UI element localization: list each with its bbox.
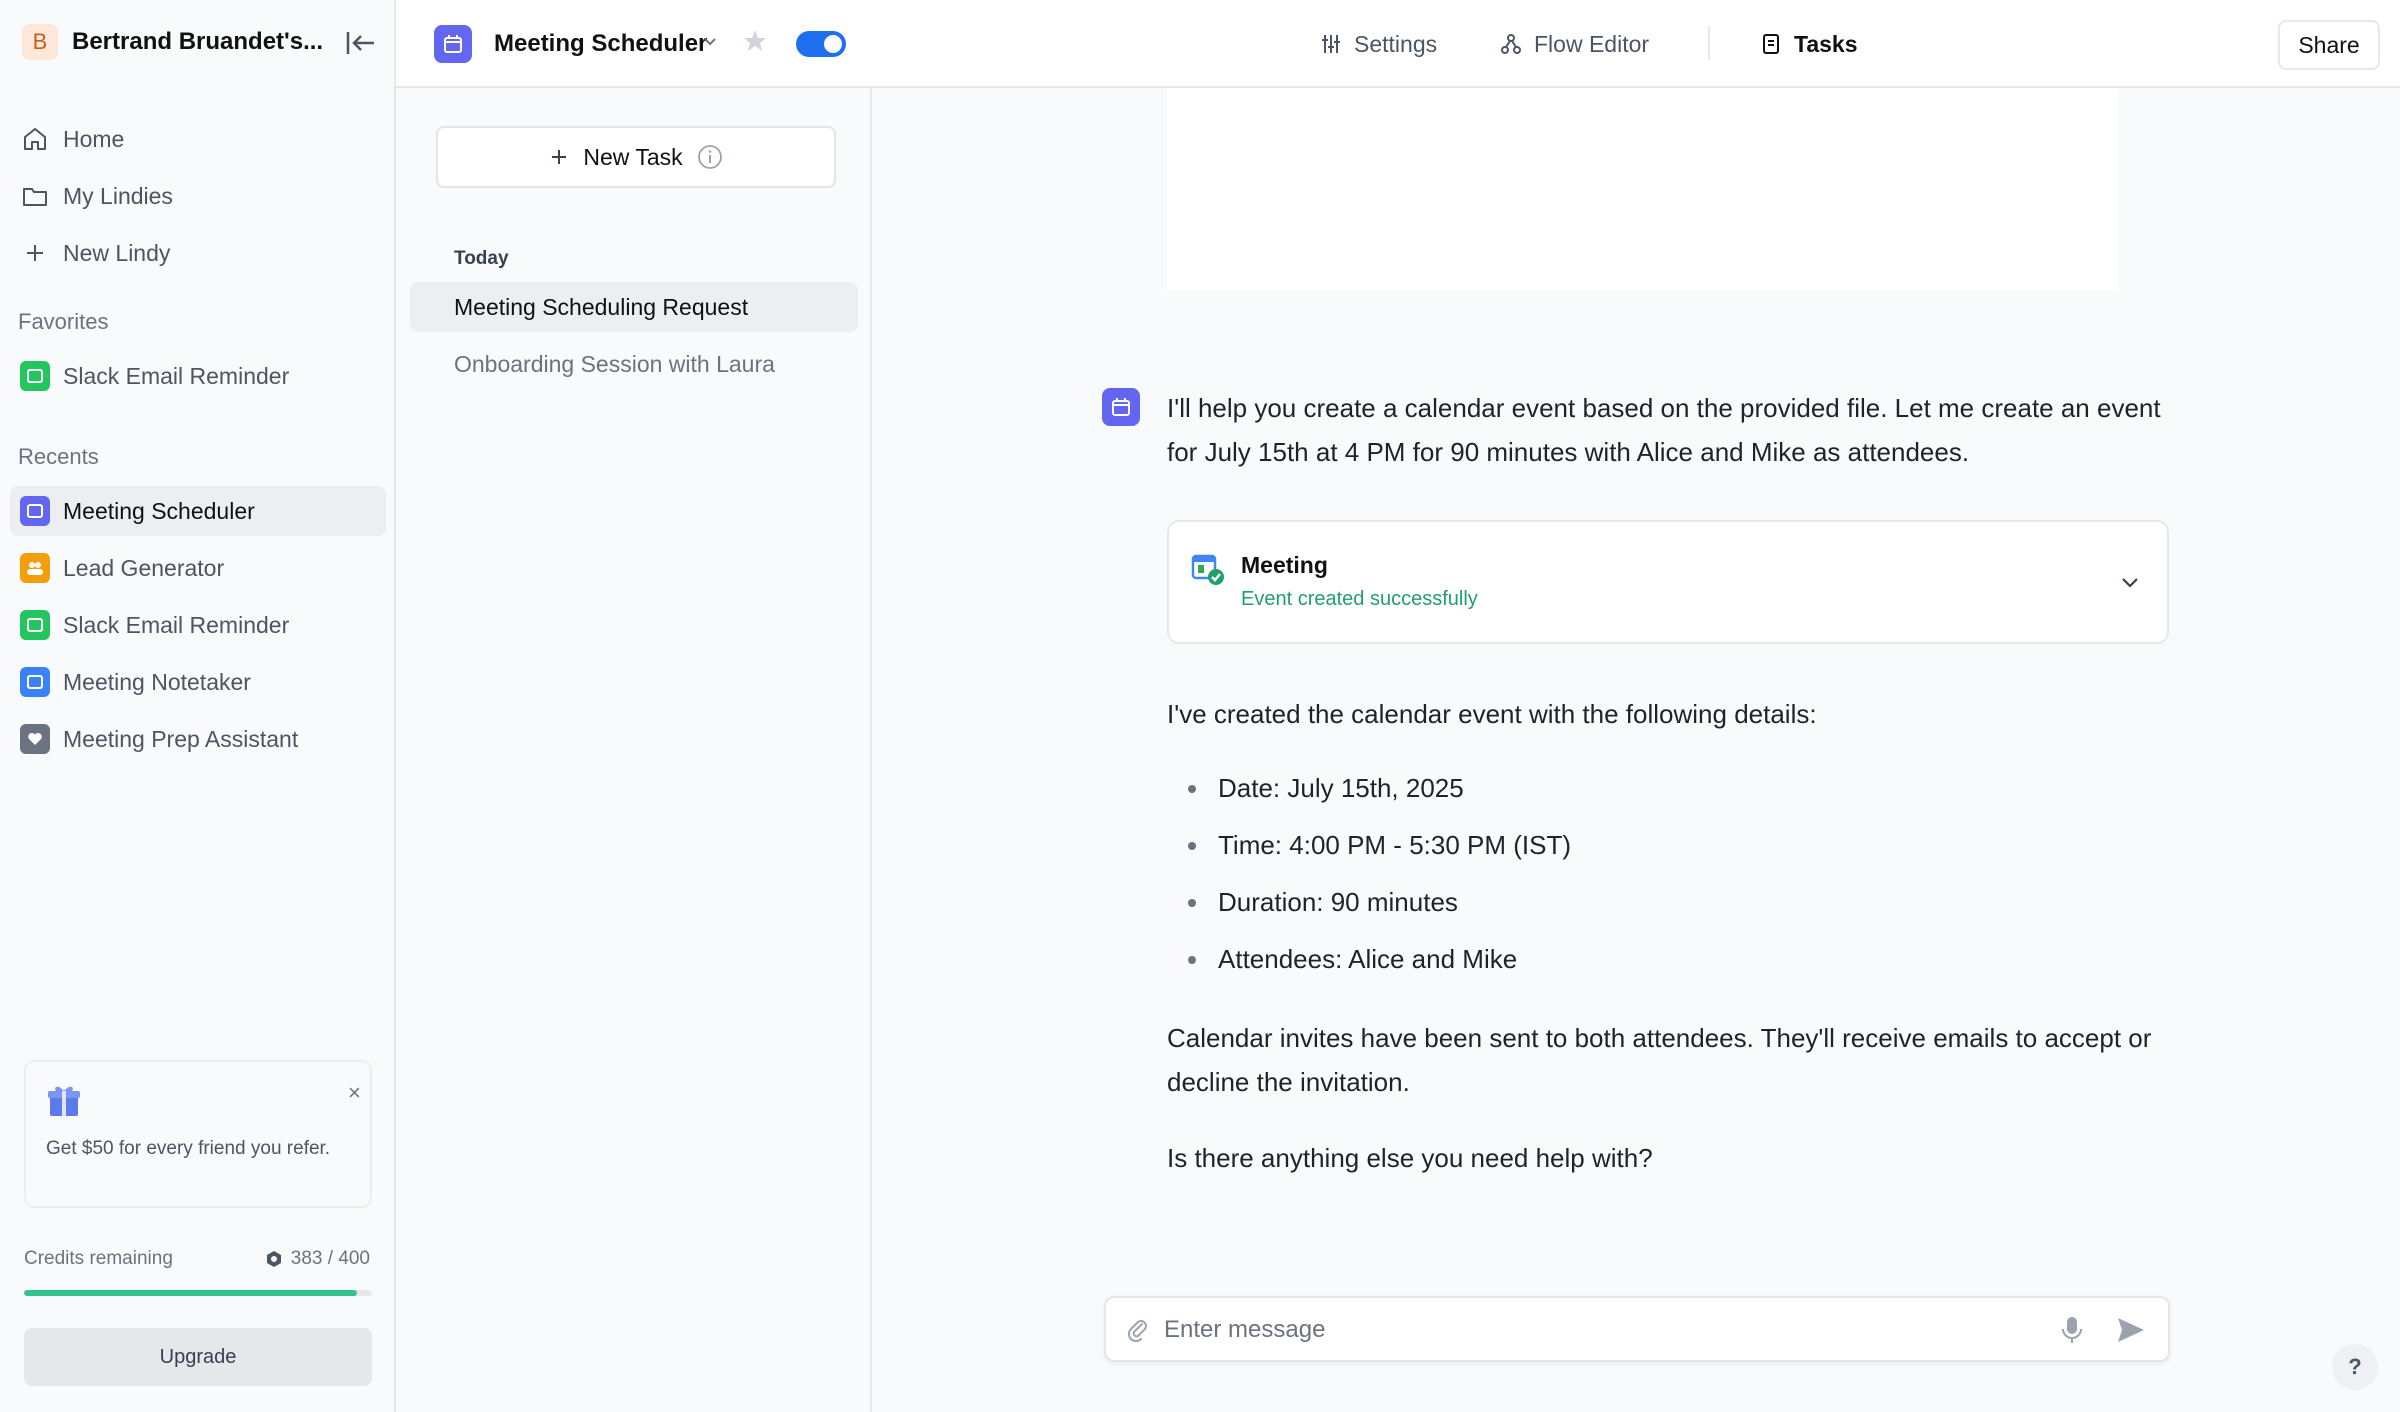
- folder-icon: [20, 181, 50, 211]
- recent-item-meeting-notetaker[interactable]: Meeting Notetaker: [10, 657, 386, 707]
- workspace-avatar[interactable]: B: [22, 24, 58, 60]
- agent-summary-lead: I've created the calendar event with the…: [1167, 699, 1817, 729]
- help-button[interactable]: ?: [2332, 1344, 2378, 1390]
- tab-settings[interactable]: Settings: [1320, 26, 1437, 62]
- notetaker-app-icon: [20, 667, 50, 697]
- list-item: Duration: 90 minutes: [1182, 874, 1571, 931]
- nav-my-lindies-label: My Lindies: [63, 182, 173, 209]
- agent-enabled-toggle[interactable]: [796, 31, 846, 57]
- new-task-button[interactable]: New Task: [436, 126, 836, 188]
- referral-close-button[interactable]: ×: [348, 1080, 361, 1106]
- list-item: Date: July 15th, 2025: [1182, 760, 1571, 817]
- list-item: Time: 4:00 PM - 5:30 PM (IST): [1182, 817, 1571, 874]
- nav-home-label: Home: [63, 125, 125, 152]
- tab-flow-editor[interactable]: Flow Editor: [1500, 26, 1649, 62]
- previous-message-card: [1167, 88, 2119, 290]
- today-heading: Today: [454, 248, 509, 269]
- recent-item-label: Meeting Notetaker: [63, 668, 251, 695]
- favorite-item-label: Slack Email Reminder: [63, 362, 290, 389]
- people-app-icon: [20, 553, 50, 583]
- home-icon: [20, 124, 50, 154]
- conversation-pane: I'll help you create a calendar event ba…: [872, 88, 2400, 1412]
- gift-icon: [46, 1082, 82, 1118]
- nav-home[interactable]: Home: [10, 114, 386, 164]
- new-task-label: New Task: [583, 143, 683, 170]
- referral-text: Get $50 for every friend you refer.: [46, 1138, 331, 1159]
- document-icon: [1760, 33, 1782, 55]
- nav-new-lindy[interactable]: New Lindy: [10, 228, 386, 278]
- calendar-check-icon: [1191, 552, 1224, 585]
- tool-call-card[interactable]: Meeting Event created successfully: [1167, 520, 2169, 644]
- recent-item-label: Slack Email Reminder: [63, 611, 290, 638]
- credits-progress-fill: [24, 1290, 358, 1296]
- agent-avatar: [1102, 388, 1140, 426]
- event-details-list: Date: July 15th, 2025 Time: 4:00 PM - 5:…: [1182, 760, 1571, 988]
- plus-icon: [20, 238, 50, 268]
- top-header: Meeting Scheduler Settings Flow Editor T…: [396, 0, 2400, 88]
- info-icon[interactable]: [697, 144, 723, 170]
- sliders-icon: [1320, 33, 1342, 55]
- nav-my-lindies[interactable]: My Lindies: [10, 171, 386, 221]
- workspace-name[interactable]: Bertrand Bruandet's...: [72, 28, 323, 56]
- agent-closing-question: Is there anything else you need help wit…: [1167, 1143, 1653, 1173]
- task-item-onboarding-session[interactable]: Onboarding Session with Laura: [410, 339, 858, 389]
- app-icon: [20, 361, 50, 391]
- recent-item-meeting-prep-assistant[interactable]: Meeting Prep Assistant: [10, 714, 386, 764]
- flow-icon: [1500, 33, 1522, 55]
- tab-tasks[interactable]: Tasks: [1760, 26, 1858, 62]
- star-icon[interactable]: [742, 28, 768, 54]
- favorites-heading: Favorites: [18, 309, 109, 334]
- message-input[interactable]: [1164, 1310, 2024, 1350]
- calendar-app-icon: [20, 496, 50, 526]
- nav-new-lindy-label: New Lindy: [63, 239, 171, 266]
- credits-label: Credits remaining: [24, 1248, 173, 1269]
- favorite-item-slack-email-reminder[interactable]: Slack Email Reminder: [10, 351, 386, 401]
- task-item-meeting-scheduling-request[interactable]: Meeting Scheduling Request: [410, 282, 858, 332]
- credits-progress-bar: [24, 1290, 372, 1296]
- credits-value: 383 / 400: [290, 1248, 370, 1269]
- credits-icon: [265, 1250, 283, 1268]
- upgrade-button[interactable]: Upgrade: [24, 1328, 372, 1386]
- recent-item-label: Meeting Scheduler: [63, 497, 255, 524]
- list-item: Attendees: Alice and Mike: [1182, 931, 1571, 988]
- app-title[interactable]: Meeting Scheduler: [494, 30, 707, 58]
- collapse-sidebar-icon[interactable]: [344, 28, 378, 58]
- recent-item-lead-generator[interactable]: Lead Generator: [10, 543, 386, 593]
- app-icon: [20, 610, 50, 640]
- share-button[interactable]: Share: [2278, 20, 2380, 70]
- recent-item-label: Meeting Prep Assistant: [63, 725, 299, 752]
- tab-flow-editor-label: Flow Editor: [1534, 30, 1650, 57]
- paperclip-icon[interactable]: [1126, 1318, 1150, 1342]
- heart-app-icon: [20, 724, 50, 754]
- credits-value-wrap: 383 / 400: [265, 1248, 370, 1270]
- meeting-scheduler-app-icon: [434, 25, 472, 63]
- tab-tasks-label: Tasks: [1794, 30, 1858, 57]
- plus-icon: [549, 147, 569, 167]
- referral-card: × Get $50 for every friend you refer.: [24, 1060, 372, 1208]
- recent-item-label: Lead Generator: [63, 554, 225, 581]
- chevron-down-icon[interactable]: [2119, 572, 2141, 594]
- tool-call-title: Meeting: [1241, 552, 1328, 578]
- tasks-panel: New Task Today Meeting Scheduling Reques…: [396, 88, 872, 1412]
- sidebar: B Bertrand Bruandet's... Home My Lindies…: [0, 0, 396, 1412]
- agent-message-intro: I'll help you create a calendar event ba…: [1167, 393, 2161, 467]
- tool-call-status: Event created successfully: [1241, 588, 1478, 610]
- microphone-icon[interactable]: [2060, 1315, 2084, 1345]
- chevron-down-icon[interactable]: [702, 34, 718, 50]
- message-composer: [1104, 1296, 2170, 1362]
- agent-invites-note: Calendar invites have been sent to both …: [1167, 1023, 2152, 1097]
- recents-heading: Recents: [18, 444, 99, 469]
- tab-settings-label: Settings: [1354, 30, 1438, 57]
- recent-item-slack-email-reminder[interactable]: Slack Email Reminder: [10, 600, 386, 650]
- recent-item-meeting-scheduler[interactable]: Meeting Scheduler: [10, 486, 386, 536]
- send-icon[interactable]: [2116, 1316, 2146, 1344]
- header-divider: [1708, 26, 1710, 60]
